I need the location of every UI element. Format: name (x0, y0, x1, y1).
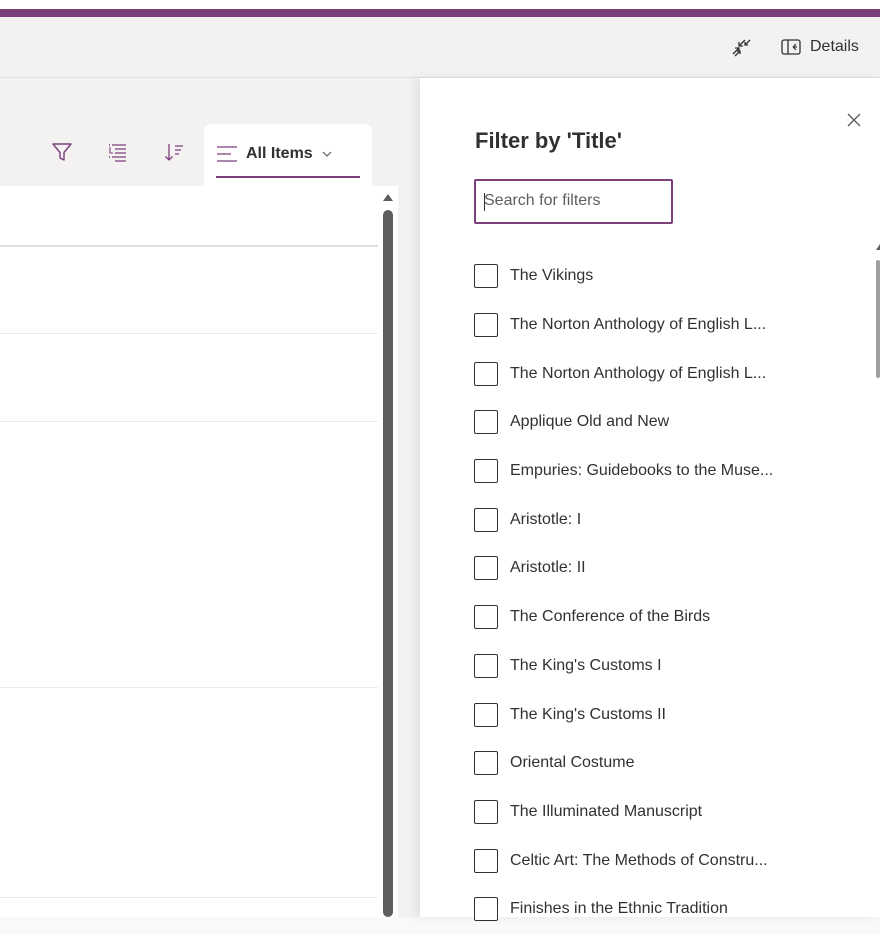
list-view-area: All Items (0, 78, 420, 917)
filter-option-checkbox[interactable] (474, 556, 498, 581)
filter-icon (52, 143, 72, 161)
filter-option-label: Aristotle: I (510, 510, 582, 528)
filter-option-checkbox[interactable] (474, 507, 498, 532)
list-content (0, 186, 380, 917)
filter-option[interactable]: Applique Old and New (474, 398, 854, 447)
filter-search-input[interactable] (476, 181, 669, 221)
filter-option[interactable]: Empuries: Guidebooks to the Muse... (474, 447, 854, 496)
filter-option-label: Empuries: Guidebooks to the Muse... (510, 462, 774, 480)
filter-option-checkbox[interactable] (474, 897, 498, 922)
filter-option[interactable]: Aristotle: II (474, 544, 854, 593)
details-panel-icon (781, 39, 801, 55)
filter-option-checkbox[interactable] (474, 264, 498, 289)
filter-option[interactable]: The Conference of the Birds (474, 593, 854, 642)
text-caret (484, 193, 485, 211)
collapse-button[interactable] (730, 35, 758, 61)
filter-option[interactable]: Celtic Art: The Methods of Constru... (474, 836, 854, 885)
row-divider (0, 687, 378, 688)
filter-option[interactable]: Finishes in the Ethnic Tradition (474, 885, 854, 934)
filter-option[interactable]: Aristotle: I (474, 495, 854, 544)
filter-option-label: The Conference of the Birds (510, 608, 711, 626)
filter-option-label: The Norton Anthology of English L... (510, 364, 767, 382)
filter-option-label: The Illuminated Manuscript (510, 802, 703, 820)
filter-option-checkbox[interactable] (474, 848, 498, 873)
filter-option[interactable]: Oriental Costume (474, 739, 854, 788)
filter-option[interactable]: The Norton Anthology of English L... (474, 301, 854, 350)
close-button[interactable] (842, 108, 866, 132)
details-label: Details (810, 38, 859, 55)
filter-panel: Filter by 'Title' The Vikings The Norton … (420, 78, 880, 922)
filter-option-checkbox[interactable] (474, 702, 498, 727)
list-scrollbar[interactable] (378, 186, 398, 917)
filter-option-label: Applique Old and New (510, 413, 670, 431)
filter-option-label: Finishes in the Ethnic Tradition (510, 900, 728, 918)
filter-option-checkbox[interactable] (474, 313, 498, 338)
active-view-underline (216, 176, 360, 178)
panel-scroll-thumb[interactable] (876, 260, 880, 378)
filter-option[interactable]: The Vikings (474, 252, 854, 301)
filter-option-label: The Vikings (510, 267, 594, 285)
filter-option-label: Celtic Art: The Methods of Constru... (510, 851, 768, 869)
filter-option-checkbox[interactable] (474, 799, 498, 824)
view-toolbar: All Items (0, 78, 380, 186)
filter-option-label: The King's Customs I (510, 656, 662, 674)
sort-button[interactable] (160, 138, 188, 166)
collapse-arrows-icon (732, 39, 751, 57)
filter-search-box[interactable] (474, 179, 673, 224)
filter-option[interactable]: The Illuminated Manuscript (474, 788, 854, 837)
app-accent-bar (0, 0, 880, 17)
row-divider (0, 421, 378, 422)
filter-option-checkbox[interactable] (474, 459, 498, 484)
column-header-divider (0, 245, 378, 247)
details-button[interactable]: Details (780, 32, 859, 62)
scroll-up-arrow-icon[interactable] (383, 194, 393, 201)
filter-option-label: Aristotle: II (510, 559, 586, 577)
view-selector[interactable]: All Items (204, 124, 372, 186)
filter-option-checkbox[interactable] (474, 361, 498, 386)
filter-option-label: Oriental Costume (510, 754, 635, 772)
filter-option-checkbox[interactable] (474, 410, 498, 435)
filter-button[interactable] (48, 138, 76, 166)
panel-scroll-up-icon[interactable] (876, 244, 880, 250)
filter-option[interactable]: The King's Customs II (474, 690, 854, 739)
filter-options-list: The Vikings The Norton Anthology of Engli… (474, 252, 854, 934)
filter-option-checkbox[interactable] (474, 751, 498, 776)
scroll-thumb[interactable] (383, 210, 393, 917)
row-divider (0, 897, 378, 898)
filter-option-label: The King's Customs II (510, 705, 666, 723)
filter-option-checkbox[interactable] (474, 653, 498, 678)
command-bar: Details (0, 17, 880, 78)
filter-option-label: The Norton Anthology of English L... (510, 316, 767, 334)
filter-option[interactable]: The Norton Anthology of English L... (474, 349, 854, 398)
group-by-button[interactable] (104, 138, 132, 166)
current-view-label: All Items (246, 145, 313, 162)
filter-option-checkbox[interactable] (474, 605, 498, 630)
view-lines-icon (217, 146, 237, 162)
chevron-down-icon (322, 151, 332, 157)
panel-title: Filter by 'Title' (475, 128, 622, 153)
filter-option[interactable]: The King's Customs I (474, 642, 854, 691)
close-icon (847, 113, 861, 127)
row-divider (0, 333, 378, 334)
group-list-icon (109, 144, 126, 162)
sort-icon (165, 144, 183, 161)
